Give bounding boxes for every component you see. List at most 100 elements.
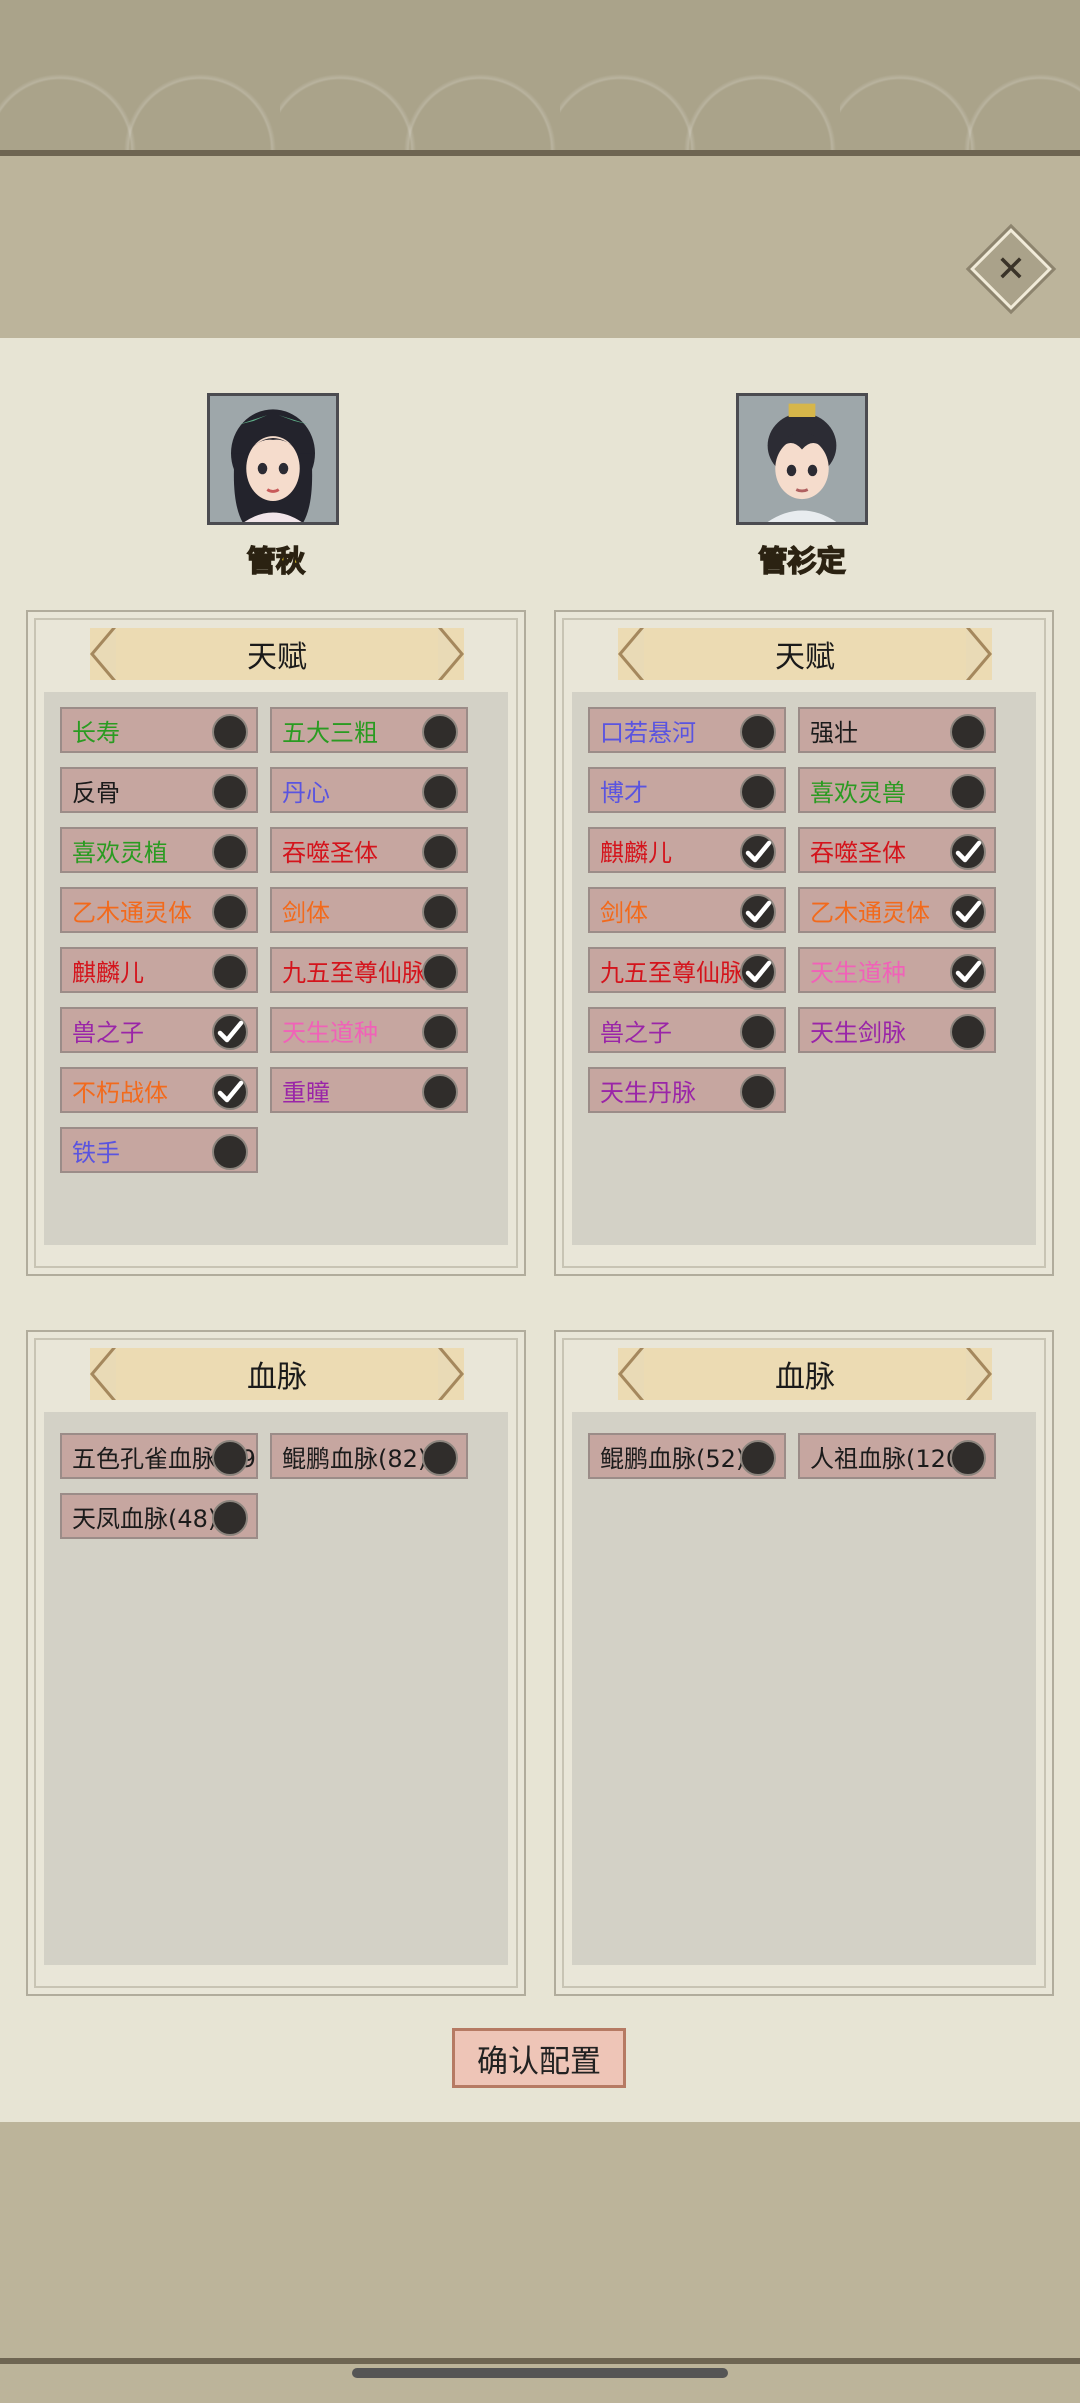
- checkbox-empty-icon[interactable]: [212, 954, 248, 990]
- checkbox-empty-icon[interactable]: [422, 894, 458, 930]
- talent-right-tag-label: 剑体: [600, 898, 648, 927]
- checkmark-icon[interactable]: [212, 1014, 248, 1050]
- talent-left-tag[interactable]: 乙木通灵体: [60, 887, 258, 933]
- talent-left-tag-label: 铁手: [72, 1138, 120, 1167]
- talent-left-tag[interactable]: 铁手: [60, 1127, 258, 1173]
- checkbox-empty-icon[interactable]: [212, 1440, 248, 1476]
- talent-left-tag-label: 喜欢灵植: [72, 838, 168, 867]
- talent-left-tag[interactable]: 反骨: [60, 767, 258, 813]
- checkbox-empty-icon[interactable]: [212, 714, 248, 750]
- checkbox-empty-icon[interactable]: [422, 714, 458, 750]
- bloodline-right-tag[interactable]: 鲲鹏血脉(52): [588, 1433, 786, 1479]
- talent-title-right: 天赋: [775, 640, 835, 675]
- bloodline-panel-right: 血脉: [554, 1330, 1054, 1996]
- talent-left-tag[interactable]: 不朽战体: [60, 1067, 258, 1113]
- talent-left-tag[interactable]: 麒麟儿: [60, 947, 258, 993]
- checkmark-icon[interactable]: [950, 954, 986, 990]
- talent-right-tag[interactable]: 喜欢灵兽: [798, 767, 996, 813]
- talent-title-left: 天赋: [247, 640, 307, 675]
- talent-left-tag-label: 重瞳: [282, 1078, 330, 1107]
- checkbox-empty-icon[interactable]: [740, 1014, 776, 1050]
- talent-right-tag[interactable]: 天生剑脉: [798, 1007, 996, 1053]
- talent-right-tag[interactable]: 口若悬河: [588, 707, 786, 753]
- talent-right-tag[interactable]: 乙木通灵体: [798, 887, 996, 933]
- checkbox-empty-icon[interactable]: [950, 774, 986, 810]
- avatar-left[interactable]: [207, 393, 339, 525]
- checkmark-icon[interactable]: [212, 1074, 248, 1110]
- talent-right-tag[interactable]: 强壮: [798, 707, 996, 753]
- bloodline-right-tag[interactable]: 人祖血脉(120): [798, 1433, 996, 1479]
- checkbox-empty-icon[interactable]: [950, 1014, 986, 1050]
- checkbox-empty-icon[interactable]: [212, 1500, 248, 1536]
- checkbox-empty-icon[interactable]: [422, 834, 458, 870]
- talent-right-tag-label: 天生丹脉: [600, 1078, 696, 1107]
- talent-left-tag[interactable]: 兽之子: [60, 1007, 258, 1053]
- talent-right-tag[interactable]: 麒麟儿: [588, 827, 786, 873]
- checkbox-empty-icon[interactable]: [422, 774, 458, 810]
- talent-left-tag[interactable]: 天生道种: [270, 1007, 468, 1053]
- chevron-left-icon: [90, 1348, 116, 1400]
- checkmark-icon[interactable]: [740, 894, 776, 930]
- talent-right-tag-label: 博才: [600, 778, 648, 807]
- talent-left-tag[interactable]: 喜欢灵植: [60, 827, 258, 873]
- checkbox-empty-icon[interactable]: [740, 1074, 776, 1110]
- talent-left-tag[interactable]: 吞噬圣体: [270, 827, 468, 873]
- talent-right-tag[interactable]: 天生道种: [798, 947, 996, 993]
- checkmark-icon[interactable]: [740, 954, 776, 990]
- talent-right-tag-label: 吞噬圣体: [810, 838, 906, 867]
- talent-left-tag-label: 五大三粗: [282, 718, 378, 747]
- bloodline-left-tag[interactable]: 天凤血脉(48): [60, 1493, 258, 1539]
- talent-right-tag[interactable]: 吞噬圣体: [798, 827, 996, 873]
- close-icon: ✕: [995, 248, 1027, 290]
- checkbox-empty-icon[interactable]: [950, 1440, 986, 1476]
- talent-left-tag-label: 乙木通灵体: [72, 898, 192, 927]
- checkmark-icon[interactable]: [740, 834, 776, 870]
- character-name-left: 管秋: [246, 543, 306, 579]
- confirm-config-button[interactable]: 确认配置: [452, 2028, 626, 2088]
- checkmark-icon[interactable]: [950, 834, 986, 870]
- talent-left-tag[interactable]: 九五至尊仙脉: [270, 947, 468, 993]
- talent-left-tag-label: 剑体: [282, 898, 330, 927]
- checkbox-empty-icon[interactable]: [212, 834, 248, 870]
- bloodline-left-tag[interactable]: 鲲鹏血脉(82): [270, 1433, 468, 1479]
- checkbox-empty-icon[interactable]: [422, 1014, 458, 1050]
- checkbox-empty-icon[interactable]: [950, 714, 986, 750]
- checkbox-empty-icon[interactable]: [212, 894, 248, 930]
- talent-right-tag[interactable]: 九五至尊仙脉: [588, 947, 786, 993]
- bloodline-left-tag-label: 天凤血脉(48): [72, 1504, 218, 1533]
- checkbox-empty-icon[interactable]: [422, 1440, 458, 1476]
- talent-right-tag[interactable]: 博才: [588, 767, 786, 813]
- talent-left-tag[interactable]: 丹心: [270, 767, 468, 813]
- talent-right-tag-label: 兽之子: [600, 1018, 672, 1047]
- bloodline-title-right: 血脉: [775, 1360, 835, 1395]
- checkbox-empty-icon[interactable]: [212, 1134, 248, 1170]
- talent-right-tag-label: 喜欢灵兽: [810, 778, 906, 807]
- chevron-left-icon: [618, 628, 644, 680]
- bloodline-right-tag-label: 人祖血脉(120): [810, 1444, 971, 1473]
- checkbox-empty-icon[interactable]: [740, 774, 776, 810]
- checkbox-empty-icon[interactable]: [740, 1440, 776, 1476]
- talent-left-tag[interactable]: 五大三粗: [270, 707, 468, 753]
- talent-right-tag[interactable]: 剑体: [588, 887, 786, 933]
- talent-right-tag[interactable]: 兽之子: [588, 1007, 786, 1053]
- checkmark-icon[interactable]: [950, 894, 986, 930]
- chevron-right-icon: [966, 628, 992, 680]
- checkbox-empty-icon[interactable]: [422, 954, 458, 990]
- avatar-right[interactable]: [736, 393, 868, 525]
- talent-left-tag[interactable]: 重瞳: [270, 1067, 468, 1113]
- bloodline-left-tag[interactable]: 五色孔雀血脉(59: [60, 1433, 258, 1479]
- checkbox-empty-icon[interactable]: [740, 714, 776, 750]
- talent-left-tag[interactable]: 长寿: [60, 707, 258, 753]
- home-indicator[interactable]: [352, 2368, 728, 2378]
- checkbox-empty-icon[interactable]: [422, 1074, 458, 1110]
- checkbox-empty-icon[interactable]: [212, 774, 248, 810]
- talent-left-tag-label: 不朽战体: [72, 1078, 168, 1107]
- talent-banner-left: 天赋: [90, 628, 464, 680]
- male-portrait-icon: [739, 396, 865, 522]
- talent-right-tag-label: 口若悬河: [600, 718, 696, 747]
- talent-right-tag[interactable]: 天生丹脉: [588, 1067, 786, 1113]
- talent-left-tag[interactable]: 剑体: [270, 887, 468, 933]
- talent-right-tag-label: 天生剑脉: [810, 1018, 906, 1047]
- chevron-right-icon: [438, 628, 464, 680]
- character-name-right: 管衫定: [758, 543, 847, 579]
